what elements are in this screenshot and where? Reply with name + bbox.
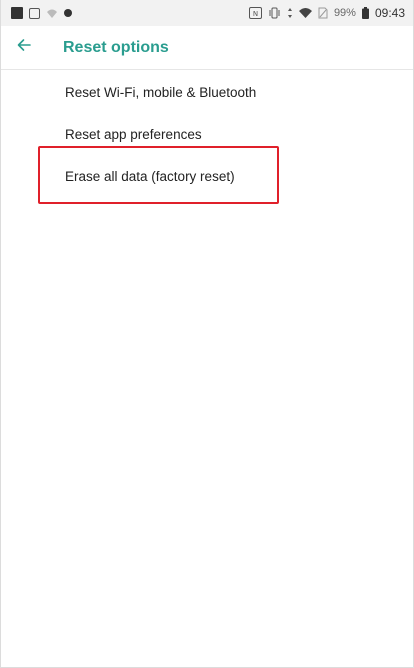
reset-options-list: Reset Wi-Fi, mobile & Bluetooth Reset ap… (1, 71, 413, 197)
app-bar: Reset options (1, 26, 413, 70)
battery-icon (361, 7, 369, 19)
dot-icon (64, 9, 72, 17)
status-bar: N 99% 09:43 (1, 0, 413, 26)
arrow-back-icon (17, 38, 31, 57)
status-bar-left (11, 7, 72, 19)
image-icon (29, 7, 40, 19)
clock: 09:43 (374, 6, 405, 20)
reset-network-label: Reset Wi-Fi, mobile & Bluetooth (65, 84, 257, 100)
factory-reset-option[interactable]: Erase all data (factory reset) (1, 155, 413, 197)
notification-square-icon (11, 7, 23, 19)
data-arrows-icon (287, 7, 293, 19)
battery-percent: 99% (333, 7, 356, 19)
wifi-off-icon (46, 7, 58, 19)
signal-icon (298, 7, 312, 19)
factory-reset-label: Erase all data (factory reset) (65, 168, 235, 184)
reset-app-preferences-option[interactable]: Reset app preferences (1, 113, 413, 155)
reset-app-preferences-label: Reset app preferences (65, 126, 202, 142)
vibrate-icon (268, 7, 281, 19)
page-title: Reset options (63, 38, 169, 56)
no-sim-icon (318, 7, 328, 19)
screen: N 99% 09:43 Reset options Reset Wi-Fi, m… (0, 0, 414, 668)
nfc-icon: N (248, 7, 262, 19)
back-button[interactable] (17, 26, 61, 70)
svg-text:N: N (253, 10, 258, 18)
reset-network-option[interactable]: Reset Wi-Fi, mobile & Bluetooth (1, 71, 413, 113)
status-bar-right: N 99% 09:43 (248, 6, 405, 20)
